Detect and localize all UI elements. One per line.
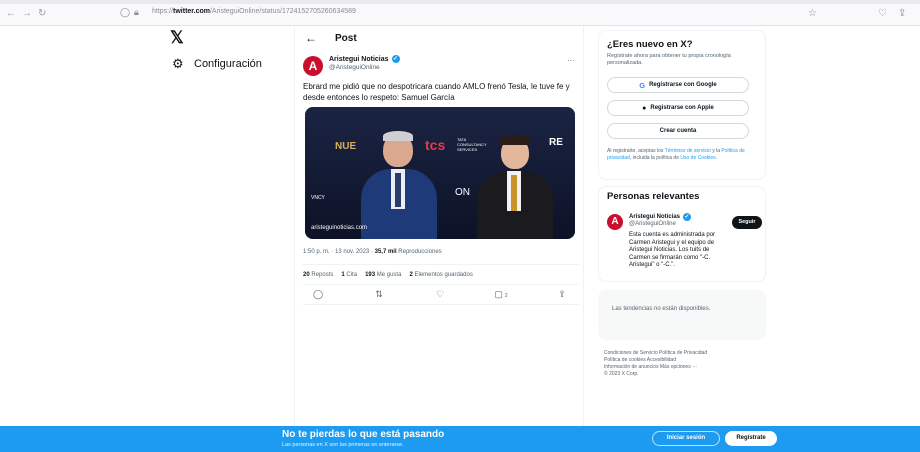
pocket-icon[interactable]: ♡: [878, 8, 887, 19]
lock-icon: 🔒︎: [134, 7, 139, 17]
footer-line-2[interactable]: Política de cookies Accesibilidad: [604, 357, 772, 364]
gear-icon: ⚙: [172, 56, 184, 71]
relevant-people-title: Personas relevantes: [607, 191, 700, 202]
verified-badge-icon: ✓: [683, 213, 692, 221]
back-icon[interactable]: ←: [6, 9, 16, 19]
post-timestamp[interactable]: 1:50 p. m. · 13 nov. 2023 ·: [303, 249, 375, 255]
author-name[interactable]: Aristegui Noticias ✓: [329, 55, 400, 63]
forward-icon[interactable]: →: [22, 9, 32, 19]
post-stats: 20 Reposts 1 Cita 193 Me gusta 2 Element…: [303, 272, 473, 278]
share-icon[interactable]: ⇪: [898, 8, 906, 19]
relevant-avatar[interactable]: A: [607, 214, 623, 230]
post-actions: ◯ ⇅ ♡ ▢ 2 ⇪: [303, 289, 577, 300]
signup-button[interactable]: Regístrate: [725, 431, 777, 446]
back-arrow-icon[interactable]: ←: [305, 31, 317, 45]
page: ← → ↻ ◯ 🔒︎ https://twitter.com/Aristegui…: [0, 0, 920, 452]
photo-person-left: [355, 129, 445, 239]
footer-line-3[interactable]: Información de anuncios Más opciones ···: [604, 364, 772, 371]
create-account-label: Crear cuenta: [659, 128, 697, 134]
views-count: 35,7 mil: [374, 249, 397, 255]
google-signup-label: Registrarse con Google: [649, 82, 717, 88]
photo-logo-nuevo-leon: NUE: [335, 141, 357, 152]
terms-text: Al registrarte, aceptas los Términos de …: [607, 148, 745, 161]
quotes-stat[interactable]: 1 Cita: [341, 272, 357, 278]
url-bar[interactable]: ◯ 🔒︎ https://twitter.com/AristeguiOnline…: [120, 6, 880, 22]
post-column: ← Post A Aristegui Noticias ✓ @Aristegui…: [294, 26, 584, 426]
bookmark-star-icon[interactable]: ☆: [808, 8, 817, 19]
tweet-photo[interactable]: NUE tcs TATA CONSULTANCY SERVICES RE ON VN…: [305, 107, 575, 239]
tab-strip: [0, 0, 920, 4]
like-icon[interactable]: ♡: [425, 289, 455, 300]
signup-title: ¿Eres nuevo en X?: [607, 39, 693, 50]
settings-link[interactable]: ⚙ Configuración: [172, 56, 262, 72]
shield-icon: ◯: [120, 7, 131, 17]
author-handle[interactable]: @AristeguiOnline: [329, 64, 380, 71]
relevant-name[interactable]: Aristegui Noticias ✓: [629, 213, 692, 221]
bookmark-count: 2: [504, 293, 508, 299]
terms-link[interactable]: Términos de servicio: [665, 148, 711, 154]
photo-logo-vncy: VNCY: [311, 195, 325, 201]
reposts-stat[interactable]: 20 Reposts: [303, 272, 333, 278]
bookmark-icon[interactable]: ▢ 2: [486, 289, 516, 300]
apple-icon: ●: [642, 104, 647, 112]
apple-signup-label: Registrarse con Apple: [650, 105, 714, 111]
signup-card: ¿Eres nuevo en X? Regístrate ahora para …: [598, 30, 766, 180]
banner-title: No te pierdas lo que está pasando: [282, 429, 445, 440]
signup-subtitle: Regístrate ahora para obtener tu propia …: [607, 53, 731, 66]
settings-label: Configuración: [194, 58, 262, 70]
verified-badge-icon: ✓: [391, 55, 400, 63]
footer-links: Condiciones de Servicio Política de Priv…: [604, 350, 772, 378]
author-avatar[interactable]: A: [303, 56, 323, 76]
reload-icon[interactable]: ↻: [38, 9, 46, 19]
trends-card: Las tendencias no están disponibles.: [598, 290, 766, 340]
views-label: Reproducciones: [396, 249, 442, 255]
photo-person-right: [473, 135, 559, 239]
author-name-text: Aristegui Noticias: [329, 55, 389, 63]
repost-icon[interactable]: ⇅: [364, 289, 394, 300]
create-account-button[interactable]: Crear cuenta: [607, 123, 749, 139]
cookies-link[interactable]: Uso de Cookies: [680, 155, 715, 161]
google-icon: G: [639, 80, 646, 90]
reply-icon[interactable]: ◯: [303, 289, 333, 300]
post-meta: 1:50 p. m. · 13 nov. 2023 · 35,7 mil Rep…: [303, 249, 442, 255]
footer-copyright: © 2023 X Corp.: [604, 371, 639, 377]
signup-banner: No te pierdas lo que está pasando Las pe…: [0, 426, 920, 452]
more-options-icon[interactable]: ···: [567, 56, 575, 65]
relevant-name-text: Aristegui Noticias: [629, 214, 681, 220]
google-signup-button[interactable]: G Registrarse con Google: [607, 77, 749, 93]
relevant-handle[interactable]: @AristeguiOnline: [629, 221, 676, 227]
photo-logo-on: ON: [455, 187, 470, 198]
share-post-icon[interactable]: ⇪: [547, 289, 577, 300]
photo-watermark: aristeguinoticias.com: [311, 225, 368, 231]
follow-button[interactable]: Seguir: [732, 216, 762, 229]
trends-unavailable-text: Las tendencias no están disponibles.: [612, 306, 711, 312]
footer-line-1[interactable]: Condiciones de Servicio Política de Priv…: [604, 350, 772, 357]
url-text: https://twitter.com/AristeguiOnline/stat…: [152, 8, 356, 15]
browser-toolbar: ← → ↻ ◯ 🔒︎ https://twitter.com/Aristegui…: [0, 0, 920, 26]
relevant-bio: Esta cuenta es administrada por Carmen A…: [629, 232, 716, 268]
relevant-people-card: Personas relevantes A Aristegui Noticias…: [598, 186, 766, 282]
divider: [303, 264, 579, 265]
page-title: Post: [335, 32, 357, 44]
likes-stat[interactable]: 193 Me gusta: [365, 272, 401, 278]
divider: [303, 304, 579, 305]
login-button[interactable]: Iniciar sesión: [652, 431, 720, 446]
apple-signup-button[interactable]: ● Registrarse con Apple: [607, 100, 749, 116]
bookmarks-stat[interactable]: 2 Elementos guardados: [409, 272, 472, 278]
x-logo[interactable]: 𝕏: [170, 29, 184, 46]
divider: [303, 284, 579, 285]
banner-subtitle: Las personas en X son las primeras en en…: [282, 442, 404, 448]
post-header: ← Post: [305, 31, 357, 45]
tweet-text: Ebrard me pidió que no despotricara cuan…: [303, 82, 570, 102]
